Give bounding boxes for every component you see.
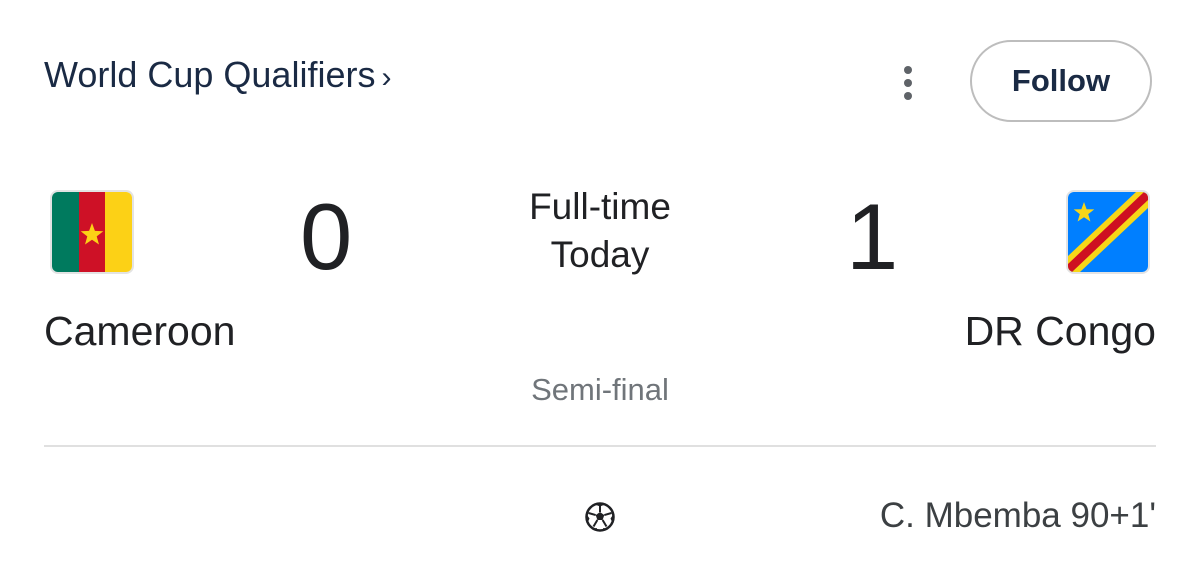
away-team-name: DR Congo bbox=[964, 308, 1156, 354]
round-label: Semi-final bbox=[531, 372, 669, 407]
competition-name: World Cup Qualifiers bbox=[44, 54, 376, 95]
competition-link[interactable]: World Cup Qualifiers › bbox=[44, 54, 391, 96]
away-score: 1 bbox=[846, 184, 899, 289]
goal-scorer: C. Mbemba 90+1' bbox=[879, 496, 1156, 535]
more-options-button[interactable] bbox=[888, 60, 928, 106]
home-score: 0 bbox=[300, 184, 353, 289]
dr-congo-flag-icon bbox=[1066, 190, 1150, 274]
chevron-right-icon: › bbox=[381, 61, 392, 94]
home-team-name: Cameroon bbox=[44, 308, 236, 354]
divider bbox=[44, 445, 1156, 447]
match-date: Today bbox=[550, 234, 650, 275]
match-status: Full-time bbox=[529, 186, 671, 227]
cameroon-flag-icon bbox=[50, 190, 134, 274]
soccer-ball-icon bbox=[584, 501, 616, 533]
follow-button[interactable]: Follow bbox=[970, 40, 1152, 122]
